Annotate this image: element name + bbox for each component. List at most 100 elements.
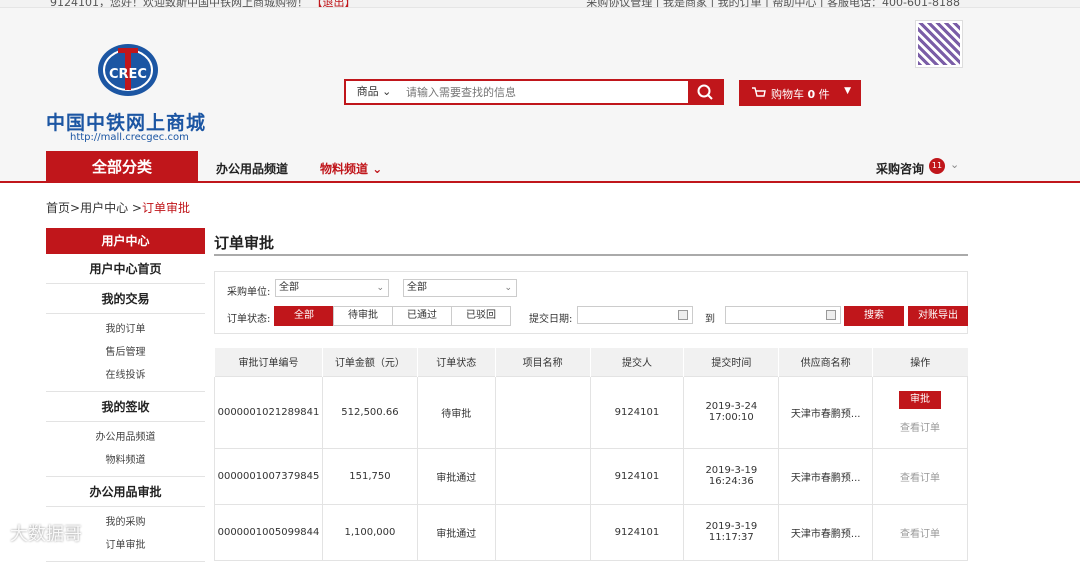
cell-supplier: 天津市春鹏预... [778, 503, 874, 561]
cell-amount: 1,100,000 [321, 503, 418, 561]
view-order-link[interactable]: 查看订单 [873, 525, 967, 540]
sidebar: 用户中心 用户中心首页 我的交易 我的订单 售后管理 在线投诉 我的签收 办公用… [46, 228, 205, 562]
search-orders-button[interactable]: 搜索 [844, 306, 904, 326]
buyer-select-1-value: 全部 [279, 282, 299, 293]
column-header-project: 项目名称 [494, 348, 591, 376]
nav-office-channel[interactable]: 办公用品频道 [216, 160, 288, 177]
logout-link[interactable]: 【退出】 [312, 0, 356, 7]
crec-logo-icon[interactable]: CREC [96, 42, 160, 98]
buyer-select-2-value: 全部 [407, 282, 427, 293]
top-greeting: 9124101，您好！欢迎致斯中国中铁网上商城购物！ 【退出】 [50, 0, 356, 7]
column-header-amount: 订单金额（元） [321, 348, 418, 376]
nav-materials-label: 物料频道 [320, 162, 369, 176]
sidebar-section-receipt: 我的签收 [46, 392, 205, 422]
column-header-action: 操作 [872, 348, 968, 376]
sidebar-item-receipt-office[interactable]: 办公用品频道 [46, 426, 205, 449]
column-header-time: 提交时间 [683, 348, 779, 376]
breadcrumb: 首页>用户中心 >订单审批 [46, 201, 190, 215]
view-order-link[interactable]: 查看订单 [873, 419, 967, 434]
status-tabs: 全部 待审批 已通过 已驳回 [274, 306, 511, 326]
approve-button[interactable]: 审批 [899, 390, 942, 409]
status-tab-rejected[interactable]: 已驳回 [451, 306, 511, 326]
cell-status: 审批通过 [416, 503, 496, 561]
site-header: CREC 中国中铁网上商城 http://mall.crecgec.com 商品… [0, 8, 1080, 151]
nav-materials-channel[interactable]: 物料频道 ⌄ [320, 160, 382, 177]
cell-status: 待审批 [416, 375, 496, 449]
column-header-supplier: 供应商名称 [778, 348, 873, 376]
column-header-status: 订单状态 [416, 348, 496, 376]
site-name[interactable]: 中国中铁网上商城 [46, 108, 206, 135]
cell-actions: 查看订单 [872, 503, 968, 561]
sidebar-item-user-home[interactable]: 用户中心首页 [46, 254, 205, 284]
view-order-link[interactable]: 查看订单 [873, 469, 967, 484]
consult-badge: 11 [929, 158, 945, 174]
orders-table: 审批订单编号 订单金额（元） 订单状态 项目名称 提交人 提交时间 供应商名称 … [214, 348, 968, 561]
chevron-down-icon: ⌄ [504, 283, 512, 293]
page-title: 订单审批 [214, 228, 968, 256]
search-button[interactable] [688, 81, 722, 103]
cell-date-text: 2019-3-19 [705, 465, 758, 476]
cell-time-text: 17:00:10 [708, 412, 754, 423]
column-header-id: 审批订单编号 [214, 348, 323, 376]
cell-time-text: 16:24:36 [708, 476, 754, 487]
search-input[interactable] [406, 83, 676, 101]
date-to-label: 到 [705, 314, 715, 325]
sidebar-header: 用户中心 [46, 228, 205, 254]
table-row: 0000001021289841 512,500.66 待审批 9124101 … [214, 375, 968, 449]
sidebar-section-office-approval: 办公用品审批 [46, 477, 205, 507]
cell-actions: 查看订单 [872, 447, 968, 505]
caret-down-icon: ▼ [844, 86, 851, 96]
sidebar-item-my-orders[interactable]: 我的订单 [46, 318, 205, 341]
calendar-icon[interactable] [678, 310, 688, 320]
export-statement-button[interactable]: 对账导出 [908, 306, 968, 326]
buyer-select-2[interactable]: 全部 ⌄ [403, 279, 517, 297]
qr-code-icon [915, 20, 963, 68]
main-content: 订单审批 采购单位: 全部 ⌄ 全部 ⌄ 订单状态: 全部 待审批 已通过 已驳回 … [214, 228, 968, 561]
status-tab-approved[interactable]: 已通过 [392, 306, 452, 326]
all-categories-button[interactable]: 全部分类 [46, 151, 198, 183]
breadcrumb-current: 订单审批 [141, 201, 190, 215]
cart-button[interactable]: 购物车 0 件 ▼ [739, 80, 861, 106]
cell-submitter: 9124101 [589, 503, 685, 561]
column-header-submitter: 提交人 [589, 348, 684, 376]
search-category-select[interactable]: 商品 ⌄ [346, 81, 402, 103]
top-bar: 9124101，您好！欢迎致斯中国中铁网上商城购物！ 【退出】 采购协议管理 |… [0, 0, 1080, 8]
breadcrumb-user-center[interactable]: 用户中心 [80, 201, 128, 215]
search-box: 商品 ⌄ [344, 79, 724, 105]
cart-label-text: 购物车 [771, 88, 804, 101]
cart-label: 购物车 0 件 [771, 86, 830, 102]
cart-unit: 件 [818, 88, 830, 101]
search-category-label: 商品 [356, 85, 379, 98]
cart-icon [752, 87, 766, 97]
chevron-down-icon: ⌄ [376, 283, 384, 293]
date-from-input[interactable] [577, 306, 693, 324]
site-url: http://mall.crecgec.com [70, 132, 189, 143]
cell-time: 2019-3-19 11:17:37 [683, 503, 780, 561]
logo-mark-text: CREC [109, 67, 147, 82]
buyer-select-1[interactable]: 全部 ⌄ [275, 279, 389, 297]
date-to-input[interactable] [725, 306, 841, 324]
sidebar-group-trade: 我的订单 售后管理 在线投诉 [46, 314, 205, 392]
status-tab-pending[interactable]: 待审批 [333, 306, 393, 326]
status-label: 订单状态: [227, 314, 271, 325]
cell-time: 2019-3-19 16:24:36 [683, 447, 780, 505]
cell-actions: 审批 查看订单 [872, 375, 968, 449]
breadcrumb-home[interactable]: 首页 [46, 201, 70, 215]
cell-time-text: 11:17:37 [708, 532, 754, 543]
purchase-consult-link[interactable]: 采购咨询 [876, 160, 924, 177]
chevron-down-icon[interactable]: ⌄ [950, 158, 959, 171]
cell-amount: 151,750 [321, 447, 418, 505]
date-label: 提交日期: [529, 314, 573, 325]
status-tab-all[interactable]: 全部 [274, 306, 334, 326]
cell-status: 审批通过 [416, 447, 496, 505]
cell-amount: 512,500.66 [321, 375, 418, 449]
calendar-icon[interactable] [826, 310, 836, 320]
top-links[interactable]: 采购协议管理 | 我是商家 | 我的订单 | 帮助中心 | 客服电话：400-6… [586, 0, 960, 7]
sidebar-item-receipt-materials[interactable]: 物料频道 [46, 449, 205, 472]
filter-panel: 采购单位: 全部 ⌄ 全部 ⌄ 订单状态: 全部 待审批 已通过 已驳回 提交日期:… [214, 271, 968, 334]
sidebar-item-complaints[interactable]: 在线投诉 [46, 364, 205, 387]
cell-id: 0000001005099844 [214, 503, 323, 561]
cell-submitter: 9124101 [589, 375, 685, 449]
cell-date-text: 2019-3-19 [705, 521, 758, 532]
sidebar-item-after-sales[interactable]: 售后管理 [46, 341, 205, 364]
